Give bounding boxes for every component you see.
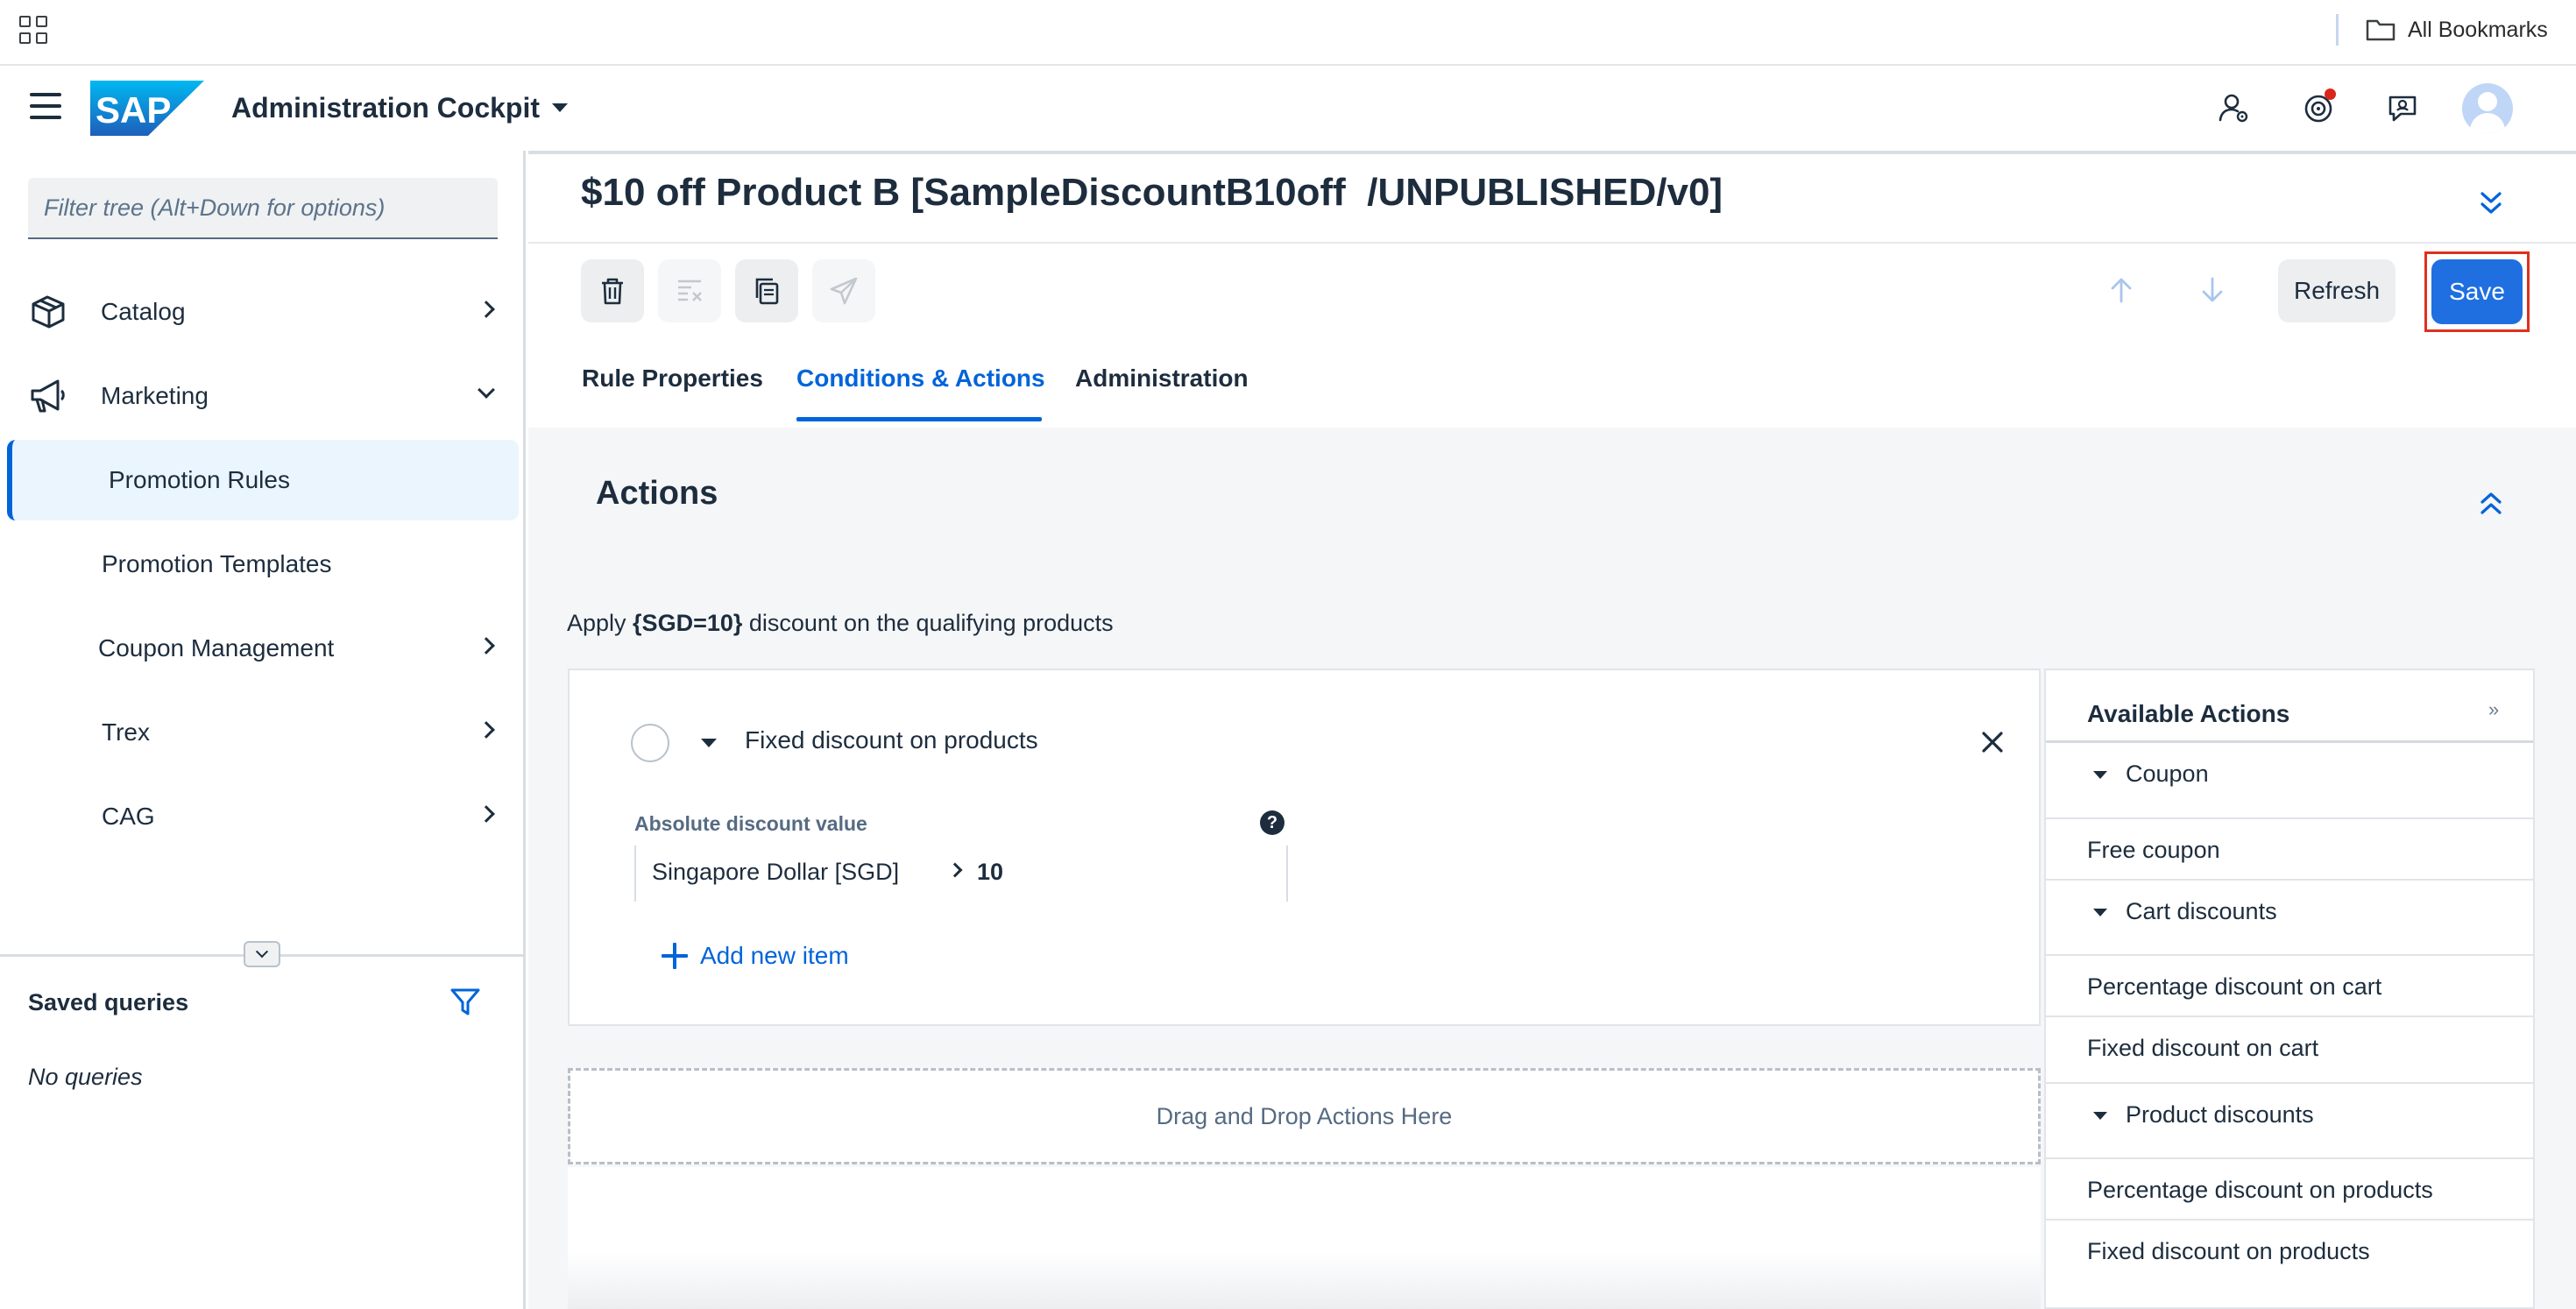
tab-conditions-actions[interactable]: Conditions & Actions [796,364,1045,393]
arrow-up-icon [2111,278,2132,303]
group-product-discounts[interactable]: Product discounts [2046,1082,2533,1145]
sidebar-item-promotion-templates[interactable]: Promotion Templates [0,524,526,605]
caret-down-icon [552,103,569,112]
menu-icon[interactable] [30,93,61,119]
all-bookmarks-label: All Bookmarks [2408,17,2548,42]
arrow-down-icon [2202,277,2223,302]
notification-badge [2325,88,2336,100]
clear-icon [678,279,702,301]
bookmarks-bar: All Bookmarks [0,0,2576,66]
add-new-item-button[interactable]: Add new item [662,938,849,973]
action-free-coupon[interactable]: Free coupon [2046,817,2533,881]
action-percentage-discount-products[interactable]: Percentage discount on products [2046,1157,2533,1221]
publish-button[interactable] [812,259,875,322]
paper-plane-icon [830,277,858,305]
delete-button[interactable] [581,259,644,322]
action-title: Fixed discount on products [745,726,1038,754]
chevron-right-icon [478,721,498,741]
move-up-button[interactable] [2099,268,2143,312]
action-fixed-discount-cart[interactable]: Fixed discount on cart [2046,1015,2533,1079]
chevron-double-down-icon[interactable] [2473,186,2509,221]
action-summary: Apply {SGD=10} discount on the qualifyin… [567,610,1114,636]
main-content: $10 off Product B [SampleDiscountB10off … [528,151,2576,1309]
sidebar-item-label: Promotion Templates [102,550,332,577]
caret-down-icon[interactable] [701,739,717,747]
sidebar-item-label: Trex [102,718,150,746]
filter-icon[interactable] [449,985,482,1018]
page-title: $10 off Product B [SampleDiscountB10off … [581,171,1723,214]
tab-administration[interactable]: Administration [1075,364,1249,393]
sap-logo: SAP [90,81,204,136]
chevron-down-icon [478,381,498,401]
sidebar-item-cag[interactable]: CAG [0,776,526,857]
help-icon[interactable]: ? [1260,810,1284,835]
user-avatar[interactable] [2462,83,2513,134]
sidebar-item-marketing[interactable]: Marketing [0,356,526,436]
user-settings-icon[interactable] [2213,87,2255,129]
save-button[interactable]: Save [2431,259,2523,324]
available-actions-panel: Available Actions » Coupon Free coupon C… [2044,669,2535,1309]
caret-down-icon [2093,909,2107,916]
plus-icon [662,943,688,969]
refresh-button[interactable]: Refresh [2278,259,2396,322]
copy-button[interactable] [735,259,798,322]
currency-label: Singapore Dollar [SGD] [652,859,900,885]
drop-zone[interactable]: Drag and Drop Actions Here [568,1068,2041,1164]
move-down-button[interactable] [2190,268,2234,312]
sidebar-item-label: Coupon Management [98,634,335,662]
chevron-right-icon [478,637,498,657]
chevron-double-right-icon[interactable]: » [2488,698,2499,721]
splitter-collapse-button[interactable] [244,941,280,967]
bookmarks-separator [2336,14,2339,46]
folder-icon [2366,18,2396,41]
group-coupon[interactable]: Coupon [2046,740,2533,803]
add-new-item-label: Add new item [700,942,849,969]
svg-text:SAP: SAP [96,89,171,131]
sidebar-item-label: Promotion Rules [109,466,290,493]
all-bookmarks-button[interactable]: All Bookmarks [2366,14,2548,46]
sidebar-item-label: CAG [102,803,155,830]
feedback-icon[interactable] [2381,87,2424,129]
app-title-menu[interactable]: Administration Cockpit [231,88,569,128]
clear-button[interactable] [658,259,721,322]
close-icon[interactable] [1975,725,2010,760]
app-title: Administration Cockpit [231,91,541,124]
trash-icon [602,278,623,305]
saved-queries-title: Saved queries [28,989,189,1015]
no-queries-text: No queries [28,1064,143,1090]
apps-grid-icon[interactable] [19,16,47,44]
action-card: Fixed discount on products Absolute disc… [568,669,2041,1026]
action-fixed-discount-products[interactable]: Fixed discount on products [2046,1219,2533,1282]
action-percentage-discount-cart[interactable]: Percentage discount on cart [2046,954,2533,1017]
sidebar-item-label: Marketing [101,382,209,409]
caret-down-icon [2093,1112,2107,1120]
available-actions-title: Available Actions [2087,700,2290,727]
chevron-double-up-icon[interactable] [2473,485,2509,520]
megaphone-icon [31,379,65,413]
section-title: Actions [596,475,718,512]
group-cart-discounts[interactable]: Cart discounts [2046,879,2533,942]
caret-down-icon [2093,771,2107,779]
sidebar-item-promotion-rules[interactable]: Promotion Rules [7,440,519,520]
field-label: Absolute discount value [634,812,867,835]
tab-rule-properties[interactable]: Rule Properties [582,364,763,393]
chevron-right-icon [478,805,498,825]
tab-selected-indicator [796,417,1042,421]
discount-amount[interactable]: 10 [977,859,1003,886]
sidebar-item-catalog[interactable]: Catalog [0,272,526,352]
sidebar-item-label: Catalog [101,298,186,325]
chevron-right-icon [478,301,498,321]
sidebar-item-coupon-management[interactable]: Coupon Management [0,608,526,689]
filter-tree-input[interactable] [28,178,498,239]
navigation-sidebar: Catalog Marketing Promotion Rules Promot… [0,151,526,1309]
catalog-icon [32,295,65,329]
shell-header: SAP Administration Cockpit [0,66,2576,151]
sidebar-item-trex[interactable]: Trex [0,692,526,773]
action-select-radio[interactable] [631,724,669,762]
notifications-icon[interactable] [2297,87,2339,129]
copy-icon [755,278,779,305]
